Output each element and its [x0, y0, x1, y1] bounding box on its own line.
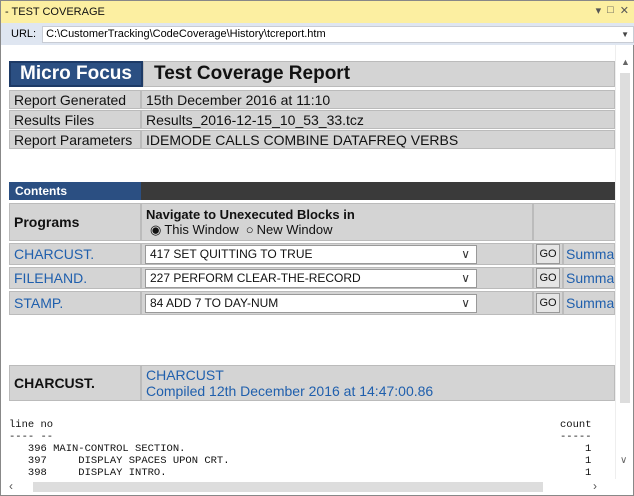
- vertical-scrollbar[interactable]: ▲ ∨: [615, 45, 633, 479]
- url-label: URL:: [11, 28, 37, 40]
- info-label: Report Parameters: [9, 130, 141, 149]
- programs-header: Programs: [9, 203, 141, 241]
- program-link[interactable]: FILEHAND.: [9, 267, 141, 289]
- page-title: Test Coverage Report: [143, 61, 615, 87]
- scroll-up-icon[interactable]: ▲: [621, 57, 630, 67]
- info-value: IDEMODE CALLS COMBINE DATAFREQ VERBS: [141, 130, 615, 149]
- scroll-left-icon[interactable]: ‹: [9, 479, 13, 493]
- info-label: Results Files: [9, 110, 141, 129]
- block-select-value: 417 SET QUITTING TO TRUE: [150, 247, 313, 261]
- go-button[interactable]: GO: [536, 244, 560, 264]
- program-detail-link[interactable]: CHARCUST: [146, 367, 224, 383]
- window-title-bar: - TEST COVERAGE ▾ □ ✕: [1, 1, 634, 23]
- block-select[interactable]: 417 SET QUITTING TO TRUE ∨: [145, 244, 477, 264]
- block-select-value: 227 PERFORM CLEAR-THE-RECORD: [150, 271, 361, 285]
- listing-count: 1: [585, 455, 592, 467]
- source-listing: line no count ---- -- ----- 396 MAIN-CONTR…: [9, 419, 592, 479]
- listing-count: 1: [585, 467, 592, 479]
- block-select[interactable]: 84 ADD 7 TO DAY-NUM ∨: [145, 293, 477, 313]
- program-row: FILEHAND. 227 PERFORM CLEAR-THE-RECORD ∨ …: [9, 267, 615, 289]
- info-value: Results_2016-12-15_10_53_33.tcz: [141, 110, 615, 129]
- block-select-value: 84 ADD 7 TO DAY-NUM: [150, 296, 279, 310]
- close-icon[interactable]: ✕: [620, 4, 629, 17]
- info-value: 15th December 2016 at 11:10: [141, 90, 615, 109]
- contents-label: Contents: [9, 182, 141, 200]
- listing-count: 1: [585, 443, 592, 455]
- chevron-down-icon: ∨: [461, 295, 470, 310]
- navigate-header: Navigate to Unexecuted Blocks in: [146, 206, 355, 222]
- listing-header-line: line no: [9, 419, 54, 431]
- contents-bar: Contents: [9, 182, 615, 200]
- horizontal-scrollbar[interactable]: ‹ ›: [1, 479, 615, 494]
- chevron-down-icon: ∨: [461, 270, 470, 285]
- summary-link[interactable]: Summary: [563, 267, 615, 289]
- hscroll-thumb[interactable]: [33, 482, 543, 492]
- chevron-down-icon: ∨: [461, 246, 470, 261]
- radio-new-window[interactable]: ○: [246, 222, 254, 237]
- url-value: C:\CustomerTracking\CodeCoverage\History…: [46, 28, 326, 40]
- scroll-thumb[interactable]: [620, 73, 630, 403]
- go-button[interactable]: GO: [536, 268, 560, 288]
- summary-link[interactable]: Summary: [563, 243, 615, 265]
- program-row: CHARCUST. 417 SET QUITTING TO TRUE ∨ GO S…: [9, 243, 615, 265]
- scroll-right-icon[interactable]: ›: [593, 479, 597, 493]
- go-button[interactable]: GO: [536, 293, 560, 313]
- block-select[interactable]: 227 PERFORM CLEAR-THE-RECORD ∨: [145, 268, 477, 288]
- url-input[interactable]: C:\CustomerTracking\CodeCoverage\History…: [42, 25, 634, 43]
- listing-line: 397 DISPLAY SPACES UPON CRT. 1: [9, 455, 592, 467]
- program-link[interactable]: STAMP.: [9, 291, 141, 315]
- summary-link[interactable]: Summary: [563, 291, 615, 315]
- program-row: STAMP. 84 ADD 7 TO DAY-NUM ∨ GO Summary: [9, 291, 615, 315]
- listing-line: 398 DISPLAY INTRO. 1: [9, 467, 592, 479]
- program-compiled: Compiled 12th December 2016 at 14:47:00.…: [146, 383, 434, 399]
- listing-line: 396 MAIN-CONTROL SECTION. 1: [9, 443, 592, 455]
- listing-header-count: count: [560, 419, 592, 431]
- program-link[interactable]: CHARCUST.: [9, 243, 141, 265]
- header-spacer: [533, 203, 615, 241]
- maximize-icon[interactable]: □: [607, 4, 614, 17]
- report-content: Micro Focus Test Coverage Report Report …: [3, 45, 615, 479]
- window-title: - TEST COVERAGE: [5, 6, 105, 18]
- radio-this-window[interactable]: ◉: [150, 222, 161, 238]
- url-dropdown-icon[interactable]: ▼: [621, 30, 629, 39]
- url-bar: URL: C:\CustomerTracking\CodeCoverage\Hi…: [1, 23, 634, 45]
- radio-this-label: This Window: [164, 222, 239, 237]
- scroll-down-icon[interactable]: ∨: [620, 455, 627, 466]
- info-label: Report Generated: [9, 90, 141, 109]
- radio-new-label: New Window: [256, 222, 333, 237]
- program-detail-name: CHARCUST.: [9, 365, 141, 401]
- brand-logo: Micro Focus: [9, 61, 143, 87]
- dropdown-icon[interactable]: ▾: [596, 4, 602, 17]
